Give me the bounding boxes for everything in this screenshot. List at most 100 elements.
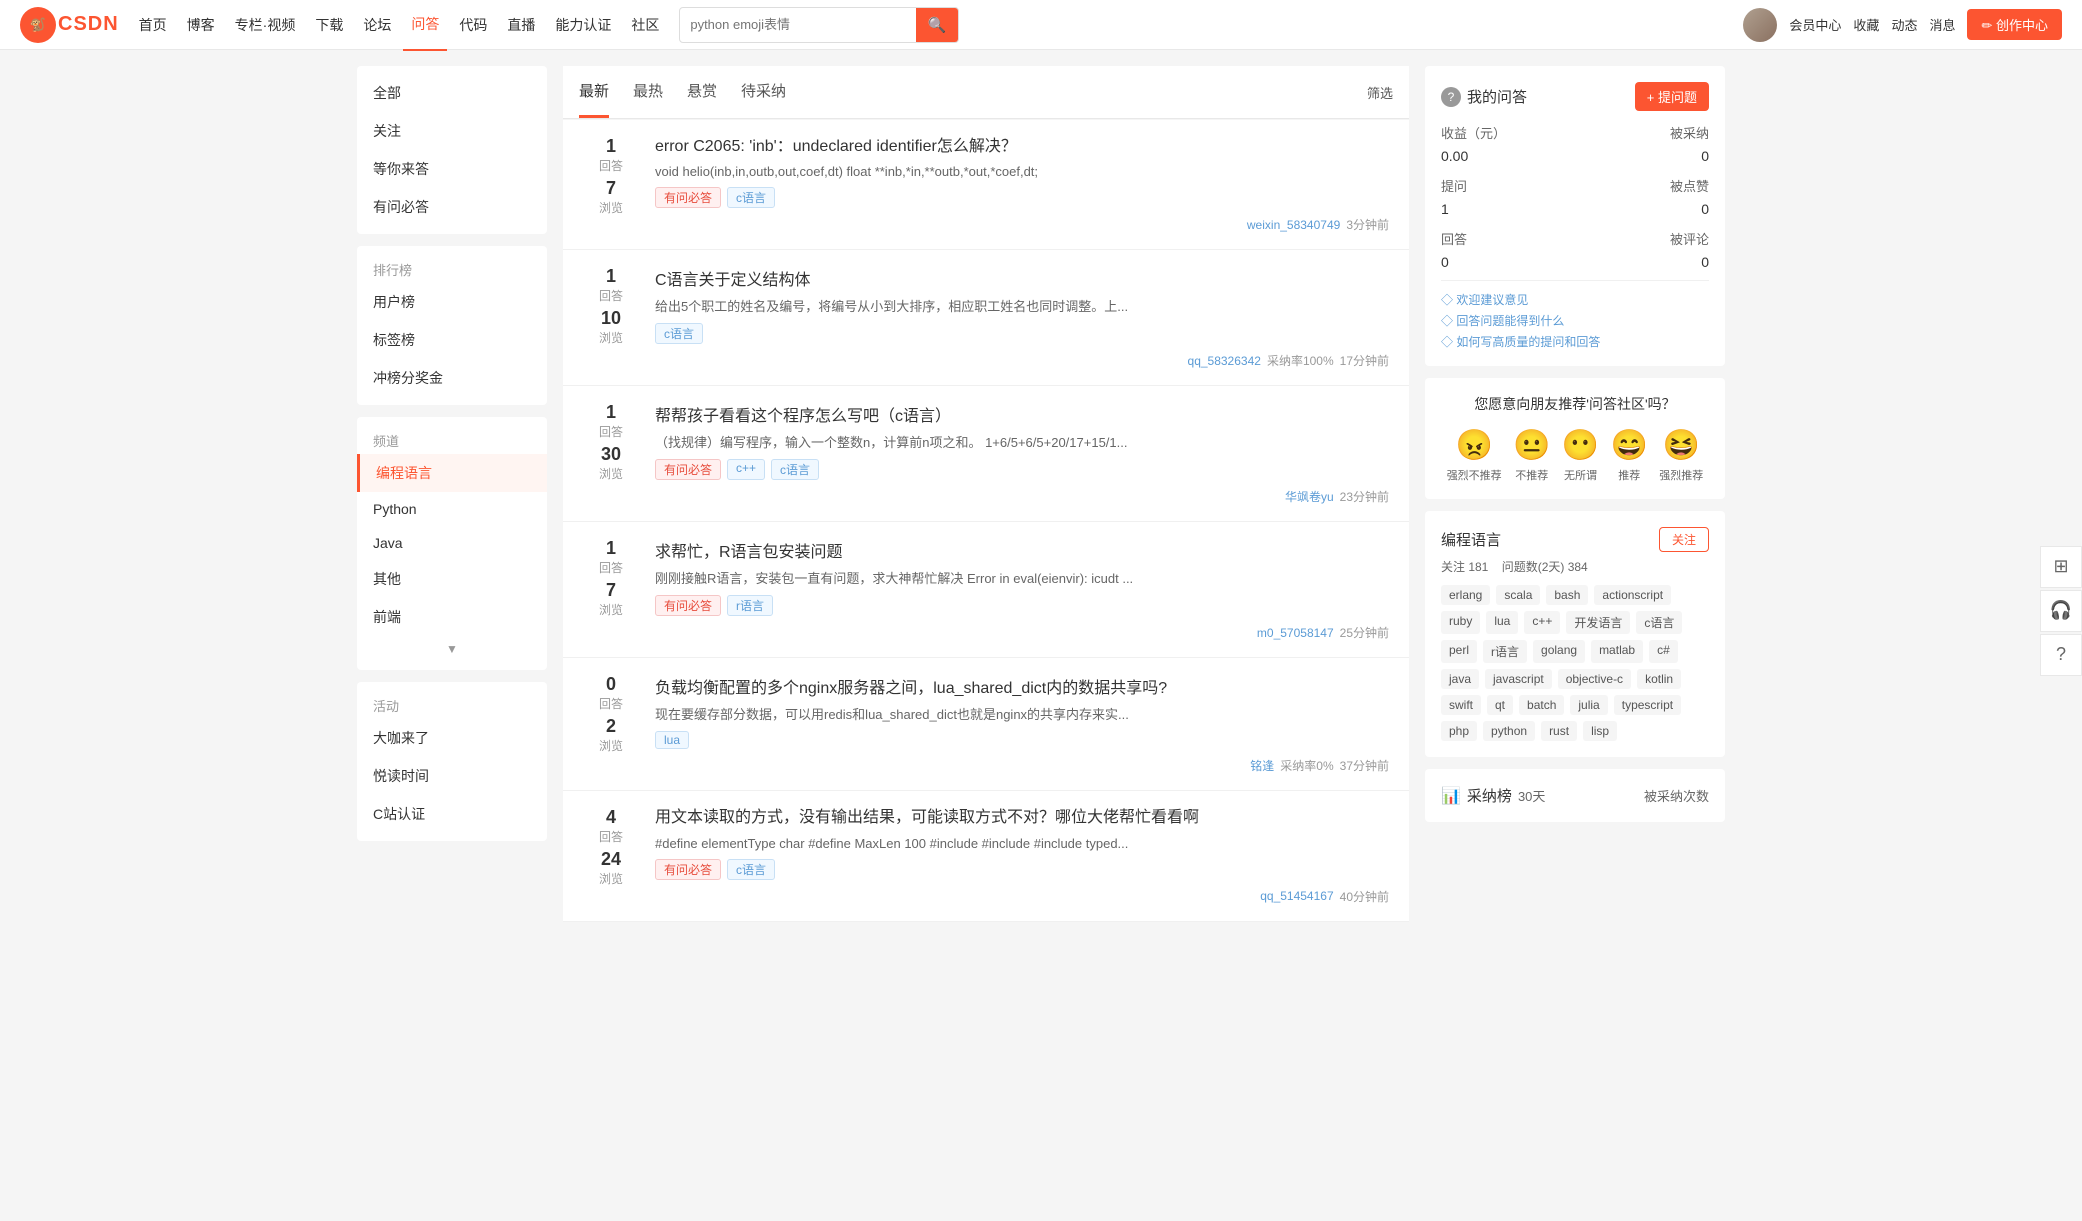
q-author[interactable]: 铭逢 (1250, 757, 1274, 774)
q-tag-lua[interactable]: lua (655, 731, 689, 749)
sidebar-item-all[interactable]: 全部 (357, 74, 547, 112)
nav-collect[interactable]: 收藏 (1853, 15, 1879, 34)
tag-kotlin[interactable]: kotlin (1637, 669, 1681, 689)
sidebar-item-python[interactable]: Python (357, 492, 547, 526)
nav-msg[interactable]: 消息 (1929, 15, 1955, 34)
tag-swift[interactable]: swift (1441, 695, 1481, 715)
filter-btn[interactable]: 筛选 (1367, 69, 1393, 116)
tab-latest[interactable]: 最新 (579, 66, 609, 118)
q-tag-cpp[interactable]: c++ (727, 459, 765, 480)
q-tag[interactable]: c语言 (655, 323, 703, 344)
tag-objective-c[interactable]: objective-c (1558, 669, 1631, 689)
tag-qt[interactable]: qt (1487, 695, 1513, 715)
nav-dynamic[interactable]: 动态 (1891, 15, 1917, 34)
q-tag-clang[interactable]: c语言 (727, 859, 775, 880)
tag-java[interactable]: java (1441, 669, 1479, 689)
q-author[interactable]: weixin_58340749 (1247, 218, 1340, 232)
search-button[interactable]: 🔍 (916, 8, 959, 42)
sidebar-item-must[interactable]: 有问必答 (357, 188, 547, 226)
q-tag-required[interactable]: 有问必答 (655, 187, 721, 208)
tab-pending[interactable]: 待采纳 (741, 66, 786, 118)
q-tag-required[interactable]: 有问必答 (655, 595, 721, 616)
tag-lisp[interactable]: lisp (1583, 721, 1617, 741)
q-author[interactable]: m0_57058147 (1257, 626, 1334, 640)
float-headset[interactable]: 🎧 (2040, 590, 2082, 632)
sidebar-item-read[interactable]: 悦读时间 (357, 757, 547, 795)
float-help[interactable]: ? (2040, 634, 2082, 676)
tag-erlang[interactable]: erlang (1441, 585, 1490, 605)
sidebar-item-proglang[interactable]: 编程语言 (357, 454, 547, 492)
q-title[interactable]: 负载均衡配置的多个nginx服务器之间，lua_shared_dict内的数据共… (655, 674, 1389, 698)
float-qr[interactable]: ⊞ (2040, 546, 2082, 588)
qa-link-2[interactable]: ◇ 回答问题能得到什么 (1441, 312, 1709, 329)
sidebar-item-answer[interactable]: 等你来答 (357, 150, 547, 188)
tag-matlab[interactable]: matlab (1591, 640, 1643, 663)
search-input[interactable] (680, 11, 915, 38)
q-title[interactable]: error C2065: 'inb'：undeclared identifier… (655, 136, 1389, 158)
emoji-no[interactable]: 😐 不推荐 (1513, 428, 1550, 483)
sidebar-item-daka[interactable]: 大咖来了 (357, 719, 547, 757)
nav-download[interactable]: 下载 (307, 0, 351, 50)
q-tag-required[interactable]: 有问必答 (655, 859, 721, 880)
tag-rlang[interactable]: r语言 (1483, 640, 1527, 663)
tag-scala[interactable]: scala (1496, 585, 1540, 605)
sidebar-item-frontend[interactable]: 前端 (357, 598, 547, 636)
tag-clang[interactable]: c语言 (1636, 611, 1682, 634)
nav-column[interactable]: 专栏·视频 (227, 0, 304, 50)
sidebar-prize-rank[interactable]: 冲榜分奖金 (357, 359, 547, 397)
q-tag-clang[interactable]: c语言 (771, 459, 819, 480)
tag-cpp[interactable]: c++ (1524, 611, 1560, 634)
emoji-yes[interactable]: 😄 推荐 (1611, 428, 1648, 483)
tag-julia[interactable]: julia (1570, 695, 1607, 715)
qa-link-1[interactable]: ◇ 欢迎建议意见 (1441, 291, 1709, 308)
nav-forum[interactable]: 论坛 (355, 0, 399, 50)
nav-cert[interactable]: 能力认证 (547, 0, 619, 50)
tab-hot[interactable]: 最热 (633, 66, 663, 118)
q-tag-required[interactable]: 有问必答 (655, 459, 721, 480)
nav-qa[interactable]: 问答 (403, 0, 447, 51)
q-title[interactable]: 用文本读取的方式，没有输出结果，可能读取方式不对？哪位大佬帮忙看看啊 (655, 807, 1389, 829)
sidebar-item-other[interactable]: 其他 (357, 560, 547, 598)
tag-rust[interactable]: rust (1541, 721, 1577, 741)
tab-reward[interactable]: 悬赏 (687, 66, 717, 118)
channel-follow-btn[interactable]: 关注 (1659, 527, 1709, 552)
sidebar-item-cert[interactable]: C站认证 (357, 795, 547, 833)
sidebar-expand-icon[interactable]: ▼ (357, 636, 547, 662)
nav-home[interactable]: 首页 (131, 0, 175, 50)
sidebar-item-follow[interactable]: 关注 (357, 112, 547, 150)
emoji-strong-no[interactable]: 😠 强烈不推荐 (1447, 428, 1502, 483)
q-title[interactable]: 求帮忙，R语言包安装问题 (655, 538, 1389, 562)
logo[interactable]: 🐒 CSDN (20, 7, 119, 43)
emoji-strong-yes[interactable]: 😆 强烈推荐 (1659, 428, 1703, 483)
q-author[interactable]: 华飒卷yu (1285, 488, 1334, 505)
nav-live[interactable]: 直播 (499, 0, 543, 50)
tag-typescript[interactable]: typescript (1614, 695, 1681, 715)
ask-btn[interactable]: + 提问题 (1635, 82, 1709, 111)
tag-javascript[interactable]: javascript (1485, 669, 1552, 689)
tag-lua[interactable]: lua (1486, 611, 1518, 634)
tag-devlang[interactable]: 开发语言 (1566, 611, 1630, 634)
emoji-neutral[interactable]: 😶 无所谓 (1562, 428, 1599, 483)
tag-csharp[interactable]: c# (1649, 640, 1678, 663)
tag-actionscript[interactable]: actionscript (1594, 585, 1671, 605)
nav-vip[interactable]: 会员中心 (1789, 15, 1841, 34)
q-author[interactable]: qq_58326342 (1188, 354, 1261, 368)
tag-golang[interactable]: golang (1533, 640, 1585, 663)
create-btn[interactable]: ✏ 创作中心 (1967, 9, 2062, 40)
nav-blog[interactable]: 博客 (179, 0, 223, 50)
tag-php[interactable]: php (1441, 721, 1477, 741)
sidebar-user-rank[interactable]: 用户榜 (357, 283, 547, 321)
qa-link-3[interactable]: ◇ 如何写高质量的提问和回答 (1441, 333, 1709, 350)
tag-batch[interactable]: batch (1519, 695, 1564, 715)
q-tag-rlang[interactable]: r语言 (727, 595, 773, 616)
avatar[interactable] (1743, 8, 1777, 42)
sidebar-tag-rank[interactable]: 标签榜 (357, 321, 547, 359)
nav-community[interactable]: 社区 (623, 0, 667, 50)
q-author[interactable]: qq_51454167 (1260, 889, 1333, 903)
tag-bash[interactable]: bash (1546, 585, 1588, 605)
tag-perl[interactable]: perl (1441, 640, 1477, 663)
nav-code[interactable]: 代码 (451, 0, 495, 50)
tag-python[interactable]: python (1483, 721, 1535, 741)
q-title[interactable]: C语言关于定义结构体 (655, 266, 1389, 290)
sidebar-item-java[interactable]: Java (357, 526, 547, 560)
